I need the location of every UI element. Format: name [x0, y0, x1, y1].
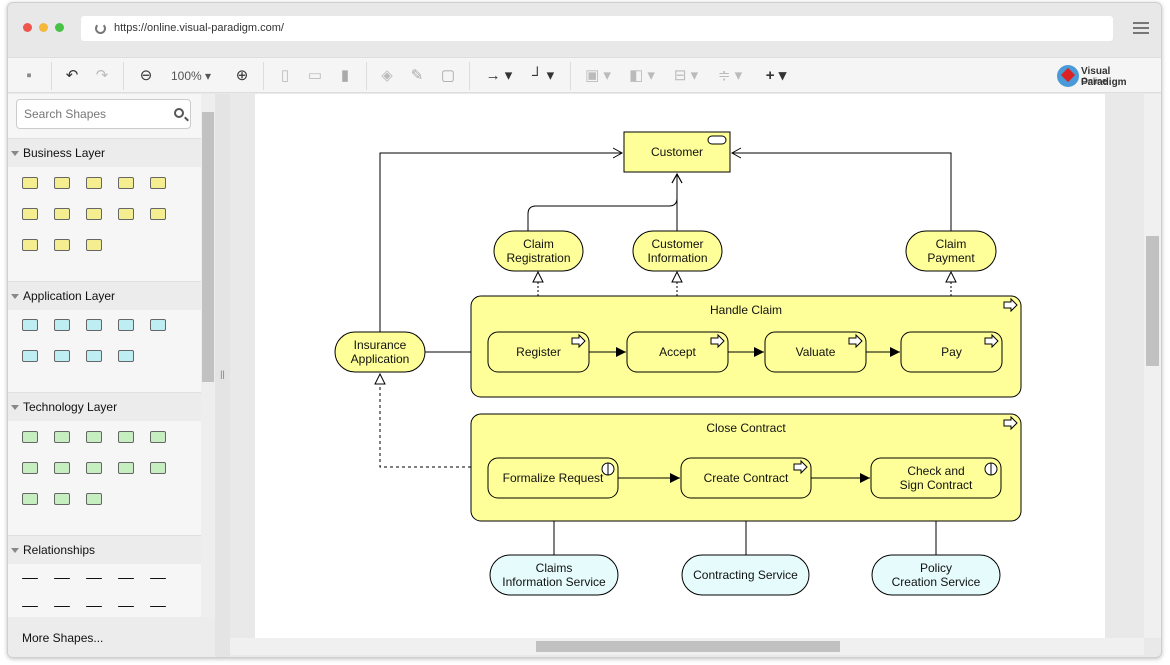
connector-style-icon[interactable]: → ▾: [481, 58, 517, 94]
palette-shape-icon[interactable]: [86, 462, 102, 474]
browser-chrome: https://online.visual-paradigm.com/: [8, 3, 1161, 56]
palette-shape-icon[interactable]: [86, 239, 102, 251]
palette-shape-icon[interactable]: [86, 208, 102, 220]
palette-shape-icon[interactable]: [22, 350, 38, 362]
palette-shape-icon[interactable]: [54, 431, 70, 443]
vertical-scrollbar[interactable]: [1144, 94, 1161, 638]
palette-shape-icon[interactable]: [86, 431, 102, 443]
horizontal-scrollbar[interactable]: [230, 638, 1144, 655]
palette-shape-icon[interactable]: [118, 208, 134, 220]
waypoint-style-icon[interactable]: ┘ ▾: [525, 58, 561, 94]
palette-shape-icon[interactable]: [86, 350, 102, 362]
minimize-window-button[interactable]: [39, 23, 48, 32]
palette-shape-icon[interactable]: [118, 578, 134, 579]
palette-shape-icon[interactable]: [118, 319, 134, 331]
palette-shape-icon[interactable]: [22, 431, 38, 443]
toolbar: ▪ ↶ ↷ ⊖ 100% ▾ ⊕ ▯ ▭ ▮ ◈ ✎ ▢ → ▾ ┘ ▾ ▣ ▾…: [8, 57, 1161, 93]
shape-panel-scrollbar[interactable]: [201, 94, 215, 617]
url-text: https://online.visual-paradigm.com/: [114, 22, 284, 34]
palette-shape-icon[interactable]: [150, 319, 166, 331]
palette-shape-icon[interactable]: [22, 462, 38, 474]
palette-shape-icon[interactable]: [150, 431, 166, 443]
browser-menu-icon[interactable]: [1133, 22, 1149, 34]
zoom-in-icon[interactable]: ⊕: [233, 58, 251, 94]
undo-icon[interactable]: ↶: [63, 58, 81, 94]
arrange-icon[interactable]: ◧ ▾: [624, 58, 660, 94]
palette-shape-icon[interactable]: [86, 606, 102, 607]
search-placeholder: Search Shapes: [24, 107, 107, 121]
palette-shape-icon[interactable]: [54, 239, 70, 251]
search-shapes-input[interactable]: Search Shapes: [16, 99, 191, 129]
palette-shape-icon[interactable]: [22, 606, 38, 607]
address-bar[interactable]: https://online.visual-paradigm.com/: [81, 16, 1113, 41]
section-application-layer[interactable]: Application Layer: [8, 281, 201, 310]
palette-shape-icon[interactable]: [22, 319, 38, 331]
section-technology-layer[interactable]: Technology Layer: [8, 392, 201, 421]
save-icon[interactable]: ▪: [20, 58, 38, 94]
diagram-canvas[interactable]: [230, 94, 1144, 638]
panel-resize-handle[interactable]: ||: [215, 94, 230, 657]
palette-shape-icon[interactable]: [150, 578, 166, 579]
add-icon[interactable]: + ▾: [758, 58, 794, 94]
palette-shape-icon[interactable]: [54, 177, 70, 189]
maximize-window-button[interactable]: [55, 23, 64, 32]
delete-icon[interactable]: ▮: [336, 58, 354, 94]
palette-shape-icon[interactable]: [54, 208, 70, 220]
palette-shape-icon[interactable]: [54, 319, 70, 331]
palette-shape-icon[interactable]: [54, 493, 70, 505]
distribute-icon[interactable]: ≑ ▾: [712, 58, 748, 94]
palette-shape-icon[interactable]: [22, 578, 38, 579]
palette-shape-icon[interactable]: [86, 493, 102, 505]
palette-shape-icon[interactable]: [86, 177, 102, 189]
copy-icon[interactable]: ▯: [276, 58, 294, 94]
palette-shape-icon[interactable]: [54, 606, 70, 607]
palette-shape-icon[interactable]: [118, 431, 134, 443]
browser-window: https://online.visual-paradigm.com/ ▪ ↶ …: [7, 2, 1162, 658]
align-icon[interactable]: ⊟ ▾: [668, 58, 704, 94]
palette-shape-icon[interactable]: [150, 208, 166, 220]
close-window-button[interactable]: [23, 23, 32, 32]
palette-shape-icon[interactable]: [54, 462, 70, 474]
section-business-layer[interactable]: Business Layer: [8, 138, 201, 167]
group-icon[interactable]: ▣ ▾: [580, 58, 616, 94]
palette-shape-icon[interactable]: [118, 350, 134, 362]
zoom-select[interactable]: 100% ▾: [166, 58, 216, 94]
palette-shape-icon[interactable]: [54, 578, 70, 579]
fill-color-icon[interactable]: ◈: [378, 58, 396, 94]
shape-panel: Search Shapes Business Layer Application…: [8, 94, 201, 657]
shadow-icon[interactable]: ▢: [439, 58, 457, 94]
zoom-out-icon[interactable]: ⊖: [137, 58, 155, 94]
section-relationships[interactable]: Relationships: [8, 535, 201, 564]
palette-shape-icon[interactable]: [22, 493, 38, 505]
palette-shape-icon[interactable]: [54, 350, 70, 362]
palette-shape-icon[interactable]: [22, 239, 38, 251]
line-color-icon[interactable]: ✎: [408, 58, 426, 94]
palette-shape-icon[interactable]: [150, 606, 166, 607]
diagram-page: [255, 94, 1105, 638]
palette-shape-icon[interactable]: [118, 177, 134, 189]
reload-icon[interactable]: [95, 23, 106, 34]
palette-shape-icon[interactable]: [118, 606, 134, 607]
paste-icon[interactable]: ▭: [306, 58, 324, 94]
palette-shape-icon[interactable]: [22, 208, 38, 220]
redo-icon[interactable]: ↷: [93, 58, 111, 94]
palette-shape-icon[interactable]: [150, 462, 166, 474]
zoom-value: 100%: [170, 69, 202, 83]
visual-paradigm-logo: Visual Paradigm Online: [1057, 64, 1155, 88]
palette-shape-icon[interactable]: [86, 319, 102, 331]
search-icon[interactable]: [174, 108, 184, 118]
palette-shape-icon[interactable]: [22, 177, 38, 189]
palette-shape-icon[interactable]: [150, 177, 166, 189]
palette-shape-icon[interactable]: [118, 462, 134, 474]
more-shapes-button[interactable]: More Shapes...: [8, 617, 215, 657]
palette-shape-icon[interactable]: [86, 578, 102, 579]
